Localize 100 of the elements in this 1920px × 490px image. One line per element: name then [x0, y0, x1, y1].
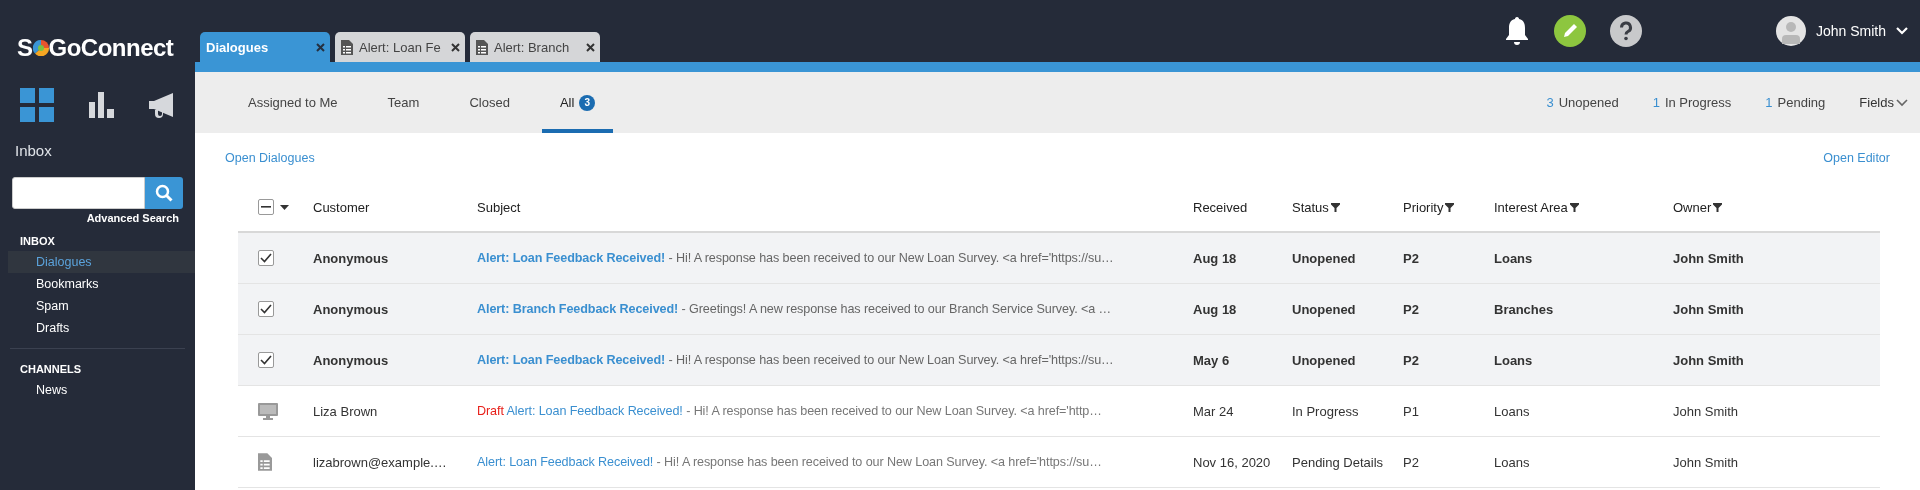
owner-cell-text: John Smith [1673, 352, 1745, 368]
priority-cell-text: P1 [1403, 403, 1420, 419]
owner-cell-text: John Smith [1673, 403, 1740, 419]
caret-icon[interactable] [280, 204, 289, 210]
open-editor-link[interactable]: Open Editor [1823, 151, 1890, 165]
filter-tab[interactable]: Closed [451, 72, 528, 133]
stat-label[interactable]: Pending [1777, 95, 1826, 110]
avatar-icon[interactable] [1775, 16, 1806, 46]
customer-cell-text: lizabrown@example.… [313, 454, 448, 470]
tab[interactable]: Alert: Loan Fe [335, 32, 465, 62]
advanced-search-link[interactable]: Advanced Search [86, 212, 179, 224]
priority-cell-text: P2 [1403, 250, 1420, 266]
section-title: Inbox [14, 141, 53, 159]
filter-icon[interactable] [1569, 202, 1579, 212]
received-cell-text: May 6 [1193, 352, 1231, 368]
user-name[interactable]: John Smith [1815, 23, 1886, 39]
stat-label[interactable]: In Progress [1664, 95, 1732, 110]
section-heading: INBOX [19, 234, 56, 249]
status-cell-text: Unopened [1292, 352, 1357, 368]
interest-area-cell-text: Loans [1494, 250, 1534, 266]
row-checkbox[interactable] [258, 352, 274, 368]
customer-cell-text: Liza Brown [313, 403, 379, 419]
select-all-checkbox[interactable] [258, 199, 274, 215]
status-cell-text: In Progress [1292, 403, 1360, 419]
logo-icon [32, 40, 49, 56]
check-icon [260, 304, 272, 314]
table-row[interactable]: lizabrown@example.… Alert: Loan Feedback Received! - Hi! A response has been received to our New Loan Survey. <a href='https://su… Nov 16, 2020 Pending Details P2 Loans John Smith [238, 437, 1880, 488]
stat-label[interactable]: Unopened [1558, 95, 1619, 110]
filter-icon[interactable] [1713, 202, 1723, 212]
column-header[interactable]: Customer [313, 199, 370, 215]
sidebar-item[interactable]: Bookmarks [8, 273, 195, 295]
bar-chart-icon[interactable] [88, 92, 115, 118]
megaphone-icon[interactable] [149, 92, 175, 118]
column-header[interactable]: Priority [1403, 199, 1444, 215]
filter-icon[interactable] [1445, 202, 1455, 212]
search-icon [155, 184, 173, 202]
customer-cell-text: Anonymous [313, 250, 390, 266]
open-dialogues-link[interactable]: Open Dialogues [225, 151, 315, 165]
check-icon [260, 355, 272, 365]
filter-tab[interactable]: Team [369, 72, 438, 133]
filter-icon[interactable] [1330, 202, 1340, 212]
sidebar-item[interactable]: Spam [8, 295, 195, 317]
column-header[interactable]: Status [1292, 199, 1329, 215]
interest-area-cell-text: Loans [1494, 403, 1531, 419]
table-row[interactable]: Anonymous Alert: Loan Feedback Received! - Hi! A response has been received to our New Loan Survey. <a href='https://su… May 6 Unopened P2 Loans John Smith [238, 335, 1880, 386]
filter-tab[interactable]: Assigned to Me [230, 72, 356, 133]
section-heading: CHANNELS [19, 362, 83, 377]
owner-cell-text: John Smith [1673, 301, 1745, 317]
column-header[interactable]: Interest Area [1494, 199, 1568, 215]
received-cell-text: Aug 18 [1193, 301, 1238, 317]
bell-icon[interactable] [1503, 16, 1530, 46]
received-cell-text: Aug 18 [1193, 250, 1238, 266]
sidebar-item[interactable]: Drafts [8, 317, 195, 339]
priority-cell-text: P2 [1403, 454, 1420, 470]
column-header[interactable]: Subject [477, 199, 521, 215]
close-icon[interactable] [451, 42, 460, 52]
chevron-down-icon[interactable] [1896, 27, 1908, 35]
monitor-icon [258, 402, 278, 420]
customer-cell-text: Anonymous [313, 352, 390, 368]
dash-icon [261, 206, 271, 208]
edit-icon[interactable] [1553, 15, 1586, 47]
subject-cell-text: Draft Alert: Loan Feedback Received! - Hi! A response has been received to our New Loan Survey. <a href='http… [477, 404, 1103, 418]
subject-cell-text: Alert: Loan Feedback Received! - Hi! A response has been received to our New Loan Survey. <a href='https://su… [477, 455, 1103, 469]
subject-cell-text: Alert: Loan Feedback Received! - Hi! A response has been received to our New Loan Survey. <a href='https://su… [477, 353, 1115, 367]
tab[interactable]: Alert: Branch [470, 32, 600, 62]
priority-cell-text: P2 [1403, 301, 1420, 317]
grid-icon[interactable] [20, 88, 54, 122]
interest-area-cell-text: Loans [1494, 454, 1531, 470]
column-header[interactable]: Owner [1673, 199, 1712, 215]
document-icon [341, 39, 353, 55]
close-icon[interactable] [316, 42, 325, 52]
customer-cell-text: Anonymous [313, 301, 390, 317]
received-cell-text: Nov 16, 2020 [1193, 454, 1272, 470]
table-row[interactable]: Anonymous Alert: Loan Feedback Received! - Hi! A response has been received to our New Loan Survey. <a href='https://su… Aug 18 Unopened P2 Loans John Smith [238, 233, 1880, 284]
owner-cell-text: John Smith [1673, 250, 1745, 266]
help-icon[interactable] [1609, 15, 1642, 47]
search-field[interactable] [12, 177, 145, 209]
owner-cell-text: John Smith [1673, 454, 1740, 470]
search-button[interactable] [145, 177, 183, 209]
fields-dropdown[interactable]: Fields [1859, 72, 1908, 133]
document-icon [258, 453, 272, 471]
status-cell-text: Unopened [1292, 250, 1357, 266]
interest-area-cell-text: Loans [1494, 352, 1534, 368]
close-icon[interactable] [586, 42, 595, 52]
status-cell-text: Pending Details [1292, 454, 1385, 470]
subject-cell-text: Alert: Loan Feedback Received! - Hi! A response has been received to our New Loan Survey. <a href='https://su… [477, 251, 1115, 265]
sidebar-item[interactable]: Dialogues [8, 251, 195, 273]
row-checkbox[interactable] [258, 301, 274, 317]
table-row[interactable]: Liza Brown Draft Alert: Loan Feedback Received! - Hi! A response has been received to our New Loan Survey. <a href='http… Mar 24 In Progress P1 Loans John Smith [238, 386, 1880, 437]
sidebar-item[interactable]: News [8, 379, 195, 401]
table-row[interactable]: Anonymous Alert: Branch Feedback Received! - Greetings! A new response has received to our Branch Service Survey. <a … Aug 18 Unopened P2 Branches John Smith [238, 284, 1880, 335]
chevron-down-icon [1896, 98, 1908, 107]
priority-cell-text: P2 [1403, 352, 1420, 368]
status-cell-text: Unopened [1292, 301, 1357, 317]
row-checkbox[interactable] [258, 250, 274, 266]
logo-text: S [17, 36, 33, 60]
subject-cell-text: Alert: Branch Feedback Received! - Greetings! A new response has received to our Branch Service Survey. <a … [477, 302, 1112, 316]
count-badge: 3 [579, 94, 596, 111]
filter-tab[interactable]: All 3 [541, 72, 614, 133]
column-header[interactable]: Received [1193, 199, 1248, 215]
